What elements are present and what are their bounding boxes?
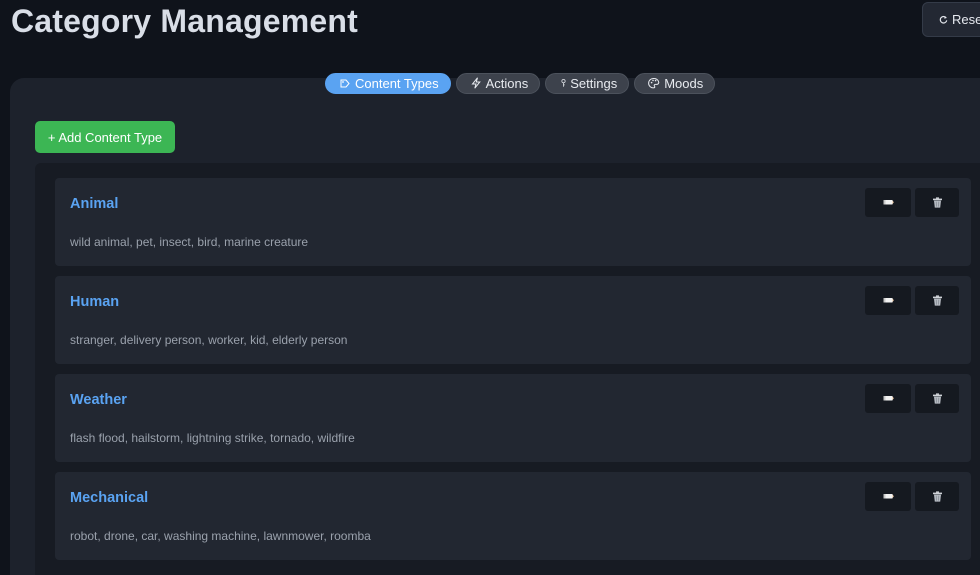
category-name: Weather — [70, 392, 127, 408]
trash-icon — [932, 491, 942, 502]
key-icon — [561, 79, 566, 87]
category-name: Mechanical — [70, 490, 149, 506]
page-title: Category Management — [11, 3, 358, 39]
edit-button[interactable] — [865, 482, 911, 511]
page: Category Management Rese Content Types A… — [0, 0, 980, 575]
category-description: flash flood, hailstorm, lightning strike… — [70, 431, 355, 445]
edit-icon — [883, 396, 894, 401]
tab-label: Actions — [485, 75, 529, 91]
delete-button[interactable] — [915, 384, 959, 413]
category-card: Human stranger, delivery person, worker,… — [55, 276, 971, 364]
tab-label: Moods — [664, 75, 704, 91]
tab-actions[interactable]: Actions — [455, 72, 541, 94]
edit-button[interactable] — [865, 384, 911, 413]
tab-label: Content Types — [355, 75, 439, 91]
add-content-type-button[interactable]: + Add Content Type — [35, 121, 175, 153]
category-description: stranger, delivery person, worker, kid, … — [70, 333, 348, 347]
category-card: Animal wild animal, pet, insect, bird, m… — [55, 178, 971, 266]
category-description: wild animal, pet, insect, bird, marine c… — [70, 235, 309, 249]
trash-icon — [932, 295, 942, 306]
tab-settings[interactable]: Settings — [545, 72, 630, 94]
edit-button[interactable] — [865, 188, 911, 217]
category-description: robot, drone, car, washing machine, lawn… — [70, 529, 371, 543]
tag-icon — [340, 79, 350, 88]
category-card: Mechanical robot, drone, car, washing ma… — [55, 472, 971, 560]
edit-button[interactable] — [865, 286, 911, 315]
delete-button[interactable] — [915, 482, 959, 511]
category-name: Human — [70, 294, 120, 310]
palette-icon — [648, 77, 660, 89]
delete-button[interactable] — [915, 188, 959, 217]
edit-icon — [883, 200, 894, 205]
tab-moods[interactable]: Moods — [634, 72, 716, 94]
trash-icon — [932, 393, 942, 404]
refresh-icon — [939, 15, 948, 24]
category-card: Weather flash flood, hailstorm, lightnin… — [55, 374, 971, 462]
category-tabs: Content Types Actions Settings Moods — [325, 72, 716, 94]
lightning-icon — [471, 77, 481, 89]
trash-icon — [932, 197, 942, 208]
delete-button[interactable] — [915, 286, 959, 315]
category-name: Animal — [70, 196, 119, 212]
reset-button-label: Rese — [952, 12, 980, 27]
tab-content-types[interactable]: Content Types — [325, 72, 451, 94]
edit-icon — [883, 298, 894, 303]
reset-button[interactable]: Rese — [922, 2, 980, 37]
tab-label: Settings — [570, 75, 618, 91]
edit-icon — [883, 494, 894, 499]
